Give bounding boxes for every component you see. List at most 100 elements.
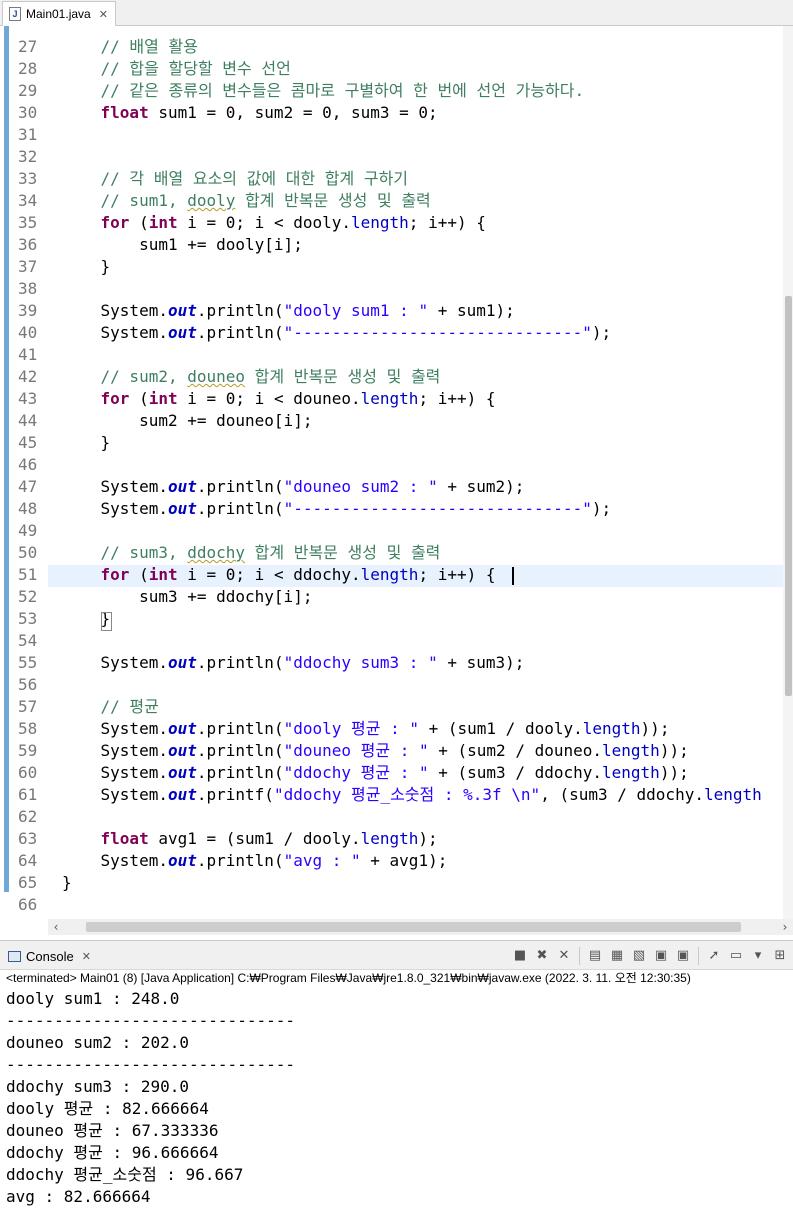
close-icon[interactable]: ✕ <box>99 8 108 21</box>
line-number: 54 <box>18 631 38 650</box>
code-line[interactable]: 40 System.out.println("-----------------… <box>0 322 793 344</box>
line-number: 60 <box>18 763 38 782</box>
console-tab[interactable]: Console ✕ <box>2 944 96 968</box>
code-line[interactable]: 46 <box>0 454 793 476</box>
code-line[interactable]: 55 System.out.println("ddochy sum3 : " +… <box>0 652 793 674</box>
line-number: 58 <box>18 719 38 738</box>
toolbar-separator <box>698 947 699 965</box>
code-text: } <box>62 873 72 892</box>
remove-all-terminated-icon[interactable]: ✕ <box>555 947 573 965</box>
pin-console-icon[interactable]: ➚ <box>705 947 723 965</box>
line-number: 31 <box>18 125 38 144</box>
line-number: 62 <box>18 807 38 826</box>
line-number: 43 <box>18 389 38 408</box>
code-line[interactable]: 27 // 배열 활용 <box>0 36 793 58</box>
editor-tab-main01[interactable]: J Main01.java ✕ <box>2 1 116 26</box>
code-line[interactable]: 28 // 합을 할당할 변수 선언 <box>0 58 793 80</box>
code-line[interactable]: 35 for (int i = 0; i < dooly.length; i++… <box>0 212 793 234</box>
code-line[interactable]: 34 // sum1, dooly 합계 반복문 생성 및 출력 <box>0 190 793 212</box>
code-line[interactable]: 51 for (int i = 0; i < ddochy.length; i+… <box>0 564 793 586</box>
line-number: 38 <box>18 279 38 298</box>
toolbar-separator <box>579 947 580 965</box>
code-line[interactable]: 29 // 같은 종류의 변수들은 콤마로 구별하여 한 번에 선언 가능하다. <box>0 80 793 102</box>
code-text: // sum3, ddochy 합계 반복문 생성 및 출력 <box>100 543 441 562</box>
line-number: 48 <box>18 499 38 518</box>
line-number: 35 <box>18 213 38 232</box>
terminate-icon[interactable]: ■ <box>511 947 529 965</box>
code-line[interactable]: 47 System.out.println("douneo sum2 : " +… <box>0 476 793 498</box>
code-text: float sum1 = 0, sum2 = 0, sum3 = 0; <box>100 103 438 122</box>
code-text: for (int i = 0; i < dooly.length; i++) { <box>100 213 486 232</box>
new-console-view-icon[interactable]: ⊞ <box>771 947 789 965</box>
open-console-icon[interactable]: ▾ <box>749 947 767 965</box>
close-icon[interactable]: ✕ <box>82 950 91 963</box>
code-editor[interactable]: 27 // 배열 활용 28 // 합을 할당할 변수 선언 29 // 같은 종류… <box>0 26 793 919</box>
line-number: 36 <box>18 235 38 254</box>
code-line[interactable]: 58 System.out.println("dooly 평균 : " + (s… <box>0 718 793 740</box>
line-number: 28 <box>18 59 38 78</box>
code-line[interactable]: 65} <box>0 872 793 894</box>
code-line[interactable]: 60 System.out.println("ddochy 평균 : " + (… <box>0 762 793 784</box>
code-line[interactable]: 38 <box>0 278 793 300</box>
code-line[interactable]: 66 <box>0 894 793 916</box>
console-toolbar: ■ ✖ ✕ ▤ ▦ ▧ ▣ ▣ ➚ ▭ ▾ ⊞ <box>511 946 793 966</box>
code-line[interactable]: 59 System.out.println("douneo 평균 : " + (… <box>0 740 793 762</box>
line-number: 63 <box>18 829 38 848</box>
line-number: 65 <box>18 873 38 892</box>
word-wrap-icon[interactable]: ▧ <box>630 947 648 965</box>
show-on-stdout-icon[interactable]: ▣ <box>652 947 670 965</box>
code-line[interactable]: 43 for (int i = 0; i < douneo.length; i+… <box>0 388 793 410</box>
editor-tab-bar: J Main01.java ✕ <box>0 0 793 26</box>
remove-launch-icon[interactable]: ✖ <box>533 947 551 965</box>
line-number: 39 <box>18 301 38 320</box>
code-line[interactable]: 63 float avg1 = (sum1 / dooly.length); <box>0 828 793 850</box>
show-on-stderr-icon[interactable]: ▣ <box>674 947 692 965</box>
line-number: 59 <box>18 741 38 760</box>
code-text: } <box>62 433 111 452</box>
code-line[interactable]: 45 } <box>0 432 793 454</box>
code-line[interactable]: 50 // sum3, ddochy 합계 반복문 생성 및 출력 <box>0 542 793 564</box>
code-text: sum1 += dooly[i]; <box>62 235 303 254</box>
code-line[interactable]: 42 // sum2, douneo 합계 반복문 생성 및 출력 <box>0 366 793 388</box>
line-number: 50 <box>18 543 38 562</box>
code-line[interactable]: 52 sum3 += ddochy[i]; <box>0 586 793 608</box>
console-tab-bar: Console ✕ ■ ✖ ✕ ▤ ▦ ▧ ▣ ▣ ➚ ▭ ▾ ⊞ <box>0 940 793 970</box>
line-number: 46 <box>18 455 38 474</box>
clear-console-icon[interactable]: ▤ <box>586 947 604 965</box>
code-text: for (int i = 0; i < ddochy.length; i++) … <box>100 565 496 584</box>
code-line[interactable]: 57 // 평균 <box>0 696 793 718</box>
code-line[interactable]: 36 sum1 += dooly[i]; <box>0 234 793 256</box>
editor-vertical-scrollbar[interactable] <box>783 26 793 919</box>
scroll-left-arrow-icon[interactable]: ‹ <box>48 919 64 935</box>
console-output-line: dooly sum1 : 248.0 <box>6 989 180 1008</box>
code-line[interactable]: 39 System.out.println("dooly sum1 : " + … <box>0 300 793 322</box>
display-selected-console-icon[interactable]: ▭ <box>727 947 745 965</box>
code-line[interactable]: 54 <box>0 630 793 652</box>
code-line[interactable]: 37 } <box>0 256 793 278</box>
code-line[interactable]: 56 <box>0 674 793 696</box>
code-line[interactable]: 32 <box>0 146 793 168</box>
code-line[interactable]: 48 System.out.println("-----------------… <box>0 498 793 520</box>
editor-horizontal-scrollbar[interactable]: ‹ › <box>48 919 793 935</box>
scroll-lock-icon[interactable]: ▦ <box>608 947 626 965</box>
code-line[interactable]: 62 <box>0 806 793 828</box>
console-status-line: <terminated> Main01 (8) [Java Applicatio… <box>6 971 691 985</box>
console-output-line: ------------------------------ <box>6 1011 295 1030</box>
line-number: 29 <box>18 81 38 100</box>
console-output-line: douneo sum2 : 202.0 <box>6 1033 190 1052</box>
code-line[interactable]: 49 <box>0 520 793 542</box>
code-line[interactable]: 44 sum2 += douneo[i]; <box>0 410 793 432</box>
code-line[interactable]: 33 // 각 배열 요소의 값에 대한 합계 구하기 <box>0 168 793 190</box>
code-line[interactable]: 64 System.out.println("avg : " + avg1); <box>0 850 793 872</box>
horizontal-scroll-thumb[interactable] <box>86 922 741 932</box>
scroll-right-arrow-icon[interactable]: › <box>777 919 793 935</box>
code-line[interactable]: 41 <box>0 344 793 366</box>
vertical-scroll-thumb[interactable] <box>785 296 792 696</box>
code-line[interactable]: 30 float sum1 = 0, sum2 = 0, sum3 = 0; <box>0 102 793 124</box>
editor-tab-label: Main01.java <box>26 7 91 21</box>
line-number: 40 <box>18 323 38 342</box>
line-number: 33 <box>18 169 38 188</box>
code-line[interactable]: 53 } <box>0 608 793 630</box>
code-line[interactable]: 31 <box>0 124 793 146</box>
code-line[interactable]: 61 System.out.printf("ddochy 평균_소숫점 : %.… <box>0 784 793 806</box>
